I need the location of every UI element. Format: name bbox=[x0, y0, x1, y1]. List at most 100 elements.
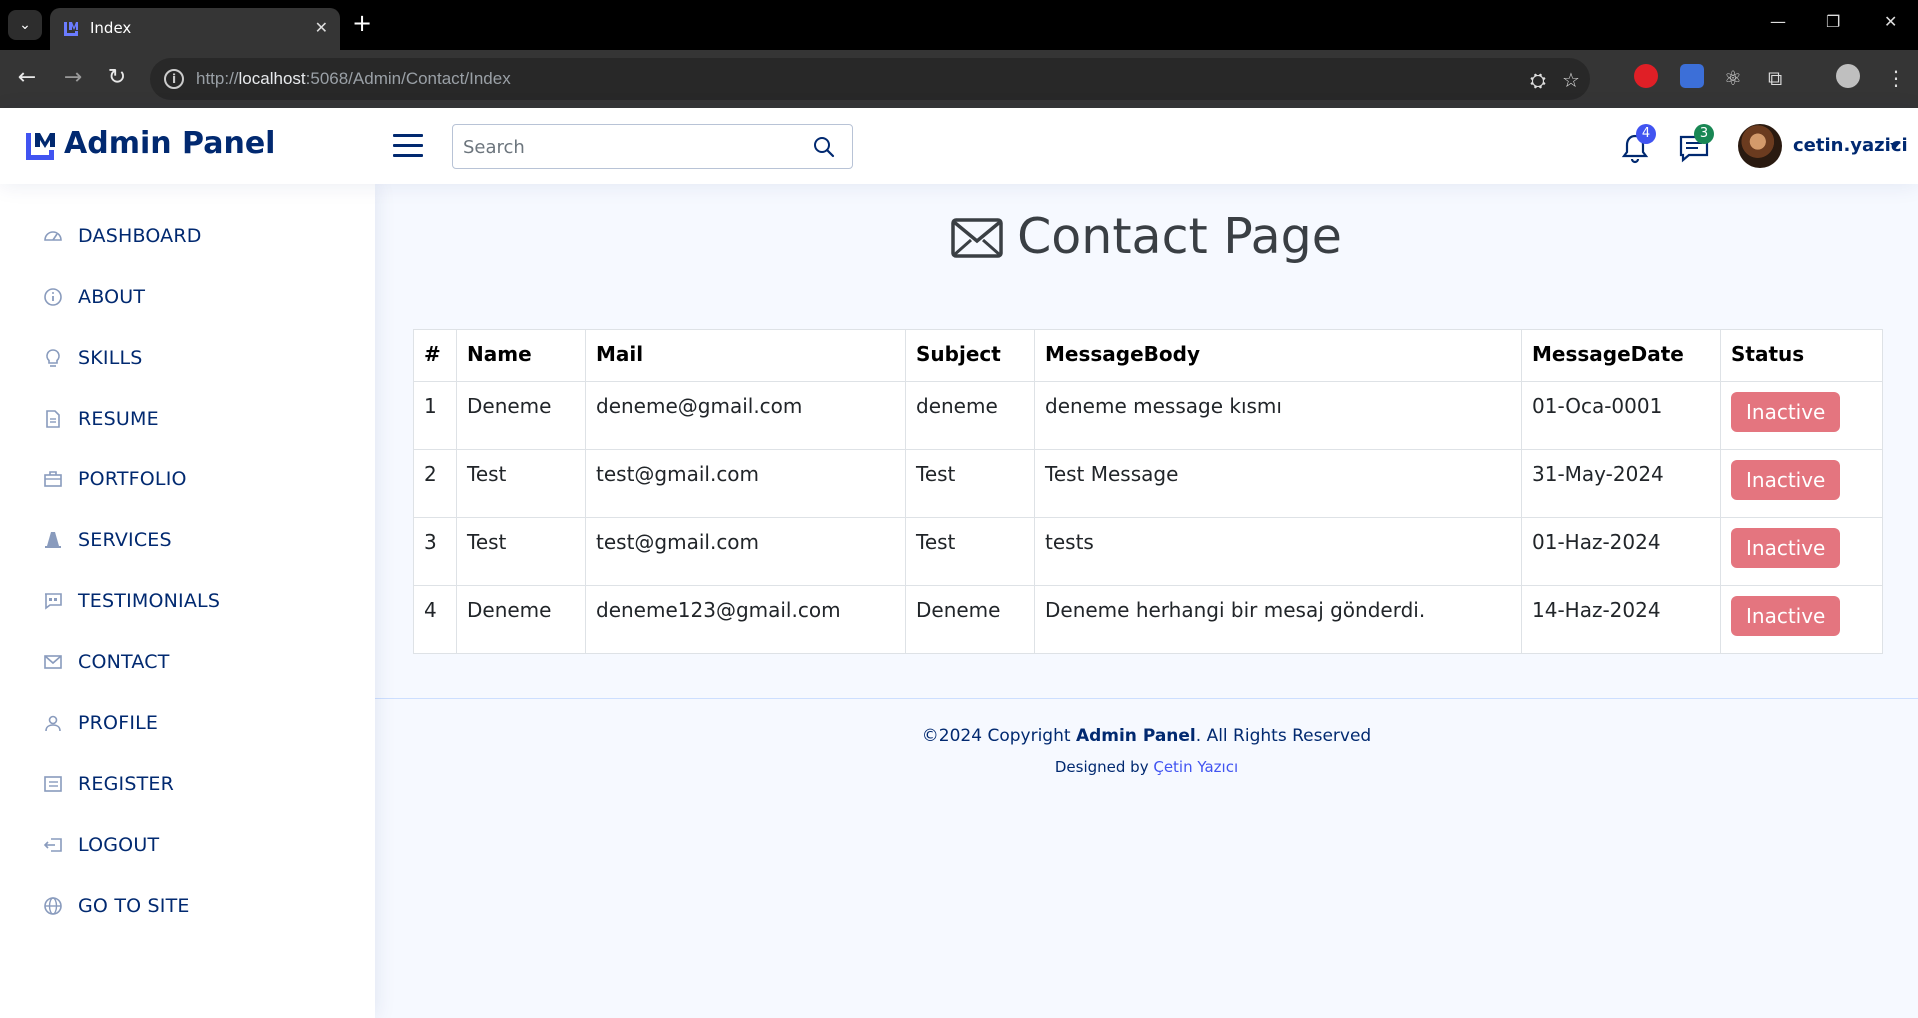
lightbulb-icon bbox=[42, 347, 64, 369]
column-header: MessageDate bbox=[1521, 329, 1721, 382]
tab-search-chevron-icon[interactable]: ⌄ bbox=[8, 10, 42, 40]
sidebar-item-register[interactable]: REGISTER bbox=[42, 769, 174, 799]
footer-credits: Designed by Çetin Yazıcı bbox=[1054, 758, 1239, 776]
cell-name: Deneme bbox=[456, 585, 586, 654]
forward-icon[interactable]: → bbox=[60, 65, 86, 91]
column-header: MessageBody bbox=[1034, 329, 1522, 382]
user-avatar[interactable] bbox=[1738, 124, 1782, 168]
contact-table: # Name Mail Subject MessageBody MessageD… bbox=[413, 329, 1883, 654]
restore-icon[interactable]: ❐ bbox=[1826, 12, 1840, 31]
cell-id: 2 bbox=[413, 449, 457, 518]
cell-subject: Test bbox=[905, 517, 1035, 586]
cell-subject: Test bbox=[905, 449, 1035, 518]
column-header: Mail bbox=[585, 329, 906, 382]
cell-message-date: 14-Haz-2024 bbox=[1521, 585, 1721, 654]
sidebar-item-label: CONTACT bbox=[78, 651, 170, 673]
cell-name: Test bbox=[456, 449, 586, 518]
column-header: # bbox=[413, 329, 457, 382]
page-title-text: Contact Page bbox=[1017, 208, 1342, 265]
sidebar-item-services[interactable]: SERVICES bbox=[42, 525, 172, 555]
extensions-puzzle-icon[interactable]: ⧉ bbox=[1768, 66, 1782, 90]
status-inactive-button[interactable]: Inactive bbox=[1731, 460, 1841, 500]
sidebar-item-logout[interactable]: LOGOUT bbox=[42, 830, 159, 860]
translate-icon[interactable]: ⛭ bbox=[1530, 68, 1546, 92]
tab-close-icon[interactable]: ✕ bbox=[315, 18, 328, 37]
sidebar-item-portfolio[interactable]: PORTFOLIO bbox=[42, 464, 187, 494]
cell-status: Inactive bbox=[1720, 517, 1883, 586]
cell-subject: Deneme bbox=[905, 585, 1035, 654]
status-inactive-button[interactable]: Inactive bbox=[1731, 528, 1841, 568]
app-header: Admin Panel 4 3 cetin.yazici bbox=[0, 108, 1918, 184]
reload-icon[interactable]: ↻ bbox=[104, 65, 130, 91]
file-text-icon bbox=[42, 408, 64, 430]
status-inactive-button[interactable]: Inactive bbox=[1731, 392, 1841, 432]
sidebar-item-resume[interactable]: RESUME bbox=[42, 404, 159, 434]
extension-red-icon[interactable] bbox=[1634, 64, 1658, 88]
search-icon[interactable] bbox=[812, 135, 836, 159]
sidebar-item-about[interactable]: ABOUT bbox=[42, 282, 145, 312]
sidebar-item-dashboard[interactable]: DASHBOARD bbox=[42, 221, 202, 251]
browser-menu-icon[interactable]: ⋮ bbox=[1886, 66, 1906, 90]
sidebar-item-go-to-site[interactable]: GO TO SITE bbox=[42, 891, 190, 921]
cell-mail: deneme@gmail.com bbox=[585, 381, 906, 450]
table-row: 3 Test test@gmail.com Test tests 01-Haz-… bbox=[413, 517, 1883, 586]
minimize-icon[interactable]: — bbox=[1770, 12, 1786, 31]
brand-logo-icon[interactable] bbox=[24, 130, 58, 162]
chat-quote-icon bbox=[42, 590, 64, 612]
brand-title[interactable]: Admin Panel bbox=[64, 126, 275, 161]
cell-message-body: Test Message bbox=[1034, 449, 1522, 518]
messages-chat-icon[interactable]: 3 bbox=[1678, 124, 1714, 164]
cell-name: Test bbox=[456, 517, 586, 586]
cell-id: 3 bbox=[413, 517, 457, 586]
extension-react-icon[interactable]: ⚛ bbox=[1724, 66, 1742, 90]
window-close-icon[interactable]: ✕ bbox=[1884, 12, 1897, 31]
new-tab-icon[interactable]: + bbox=[352, 11, 372, 35]
table-header-row: # Name Mail Subject MessageBody MessageD… bbox=[413, 329, 1883, 382]
cell-mail: test@gmail.com bbox=[585, 449, 906, 518]
sidebar-item-profile[interactable]: PROFILE bbox=[42, 708, 158, 738]
browser-tab-bar: ⌄ Index ✕ + — ❐ ✕ bbox=[0, 0, 1918, 50]
column-header: Name bbox=[456, 329, 586, 382]
search-input[interactable] bbox=[463, 135, 793, 159]
site-info-icon[interactable]: i bbox=[164, 69, 184, 89]
envelope-icon bbox=[42, 651, 64, 673]
bookmark-star-icon[interactable]: ☆ bbox=[1562, 68, 1580, 92]
sidebar-item-skills[interactable]: SKILLS bbox=[42, 343, 143, 373]
browser-toolbar: ← → ↻ i http://localhost:5068/Admin/Cont… bbox=[0, 50, 1918, 108]
card-list-icon bbox=[42, 773, 64, 795]
person-icon bbox=[42, 712, 64, 734]
sidebar-toggle-icon[interactable] bbox=[393, 134, 423, 158]
table-row: 2 Test test@gmail.com Test Test Message … bbox=[413, 449, 1883, 518]
cell-id: 4 bbox=[413, 585, 457, 654]
box-arrow-left-icon bbox=[42, 834, 64, 856]
back-icon[interactable]: ← bbox=[14, 65, 40, 91]
messages-badge: 3 bbox=[1694, 124, 1714, 144]
table-row: 4 Deneme deneme123@gmail.com Deneme Dene… bbox=[413, 585, 1883, 654]
url-text[interactable]: http://localhost:5068/Admin/Contact/Inde… bbox=[196, 69, 511, 89]
info-circle-icon bbox=[42, 286, 64, 308]
sidebar-item-testimonials[interactable]: TESTIMONIALS bbox=[42, 586, 220, 616]
sidebar-item-contact[interactable]: CONTACT bbox=[42, 647, 170, 677]
notifications-bell-icon[interactable]: 4 bbox=[1620, 124, 1656, 164]
speedometer-icon bbox=[42, 225, 64, 247]
extension-translate-icon[interactable] bbox=[1680, 64, 1704, 88]
cell-message-body: Deneme herhangi bir mesaj gönderdi. bbox=[1034, 585, 1522, 654]
browser-tab[interactable]: Index ✕ bbox=[50, 8, 340, 50]
briefcase-icon bbox=[42, 468, 64, 490]
designer-link[interactable]: Çetin Yazıcı bbox=[1153, 758, 1238, 776]
address-bar[interactable]: i http://localhost:5068/Admin/Contact/In… bbox=[150, 58, 1590, 100]
globe-icon bbox=[42, 895, 64, 917]
tab-favicon-icon bbox=[64, 22, 78, 36]
cell-mail: test@gmail.com bbox=[585, 517, 906, 586]
tab-title: Index bbox=[90, 19, 132, 37]
sidebar-item-label: PROFILE bbox=[78, 712, 159, 734]
cell-status: Inactive bbox=[1720, 449, 1883, 518]
cell-subject: deneme bbox=[905, 381, 1035, 450]
status-inactive-button[interactable]: Inactive bbox=[1731, 596, 1841, 636]
sidebar-item-label: LOGOUT bbox=[78, 834, 160, 856]
search-form bbox=[452, 124, 853, 169]
user-dropdown-caret-icon[interactable] bbox=[1890, 143, 1900, 149]
sidebar-item-label: GO TO SITE bbox=[78, 895, 190, 917]
browser-profile-avatar[interactable] bbox=[1836, 64, 1860, 88]
sidebar-item-label: RESUME bbox=[78, 408, 159, 430]
